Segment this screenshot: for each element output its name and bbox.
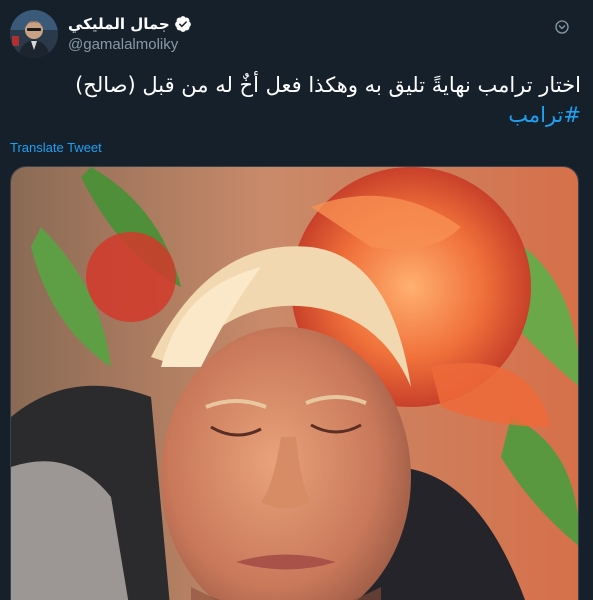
chevron-down-icon[interactable]: [547, 12, 577, 42]
tweet-header: جمال المليكي @gamalalmoliky: [10, 10, 583, 58]
tweet-card: جمال المليكي @gamalalmoliky اختار ترامب …: [0, 0, 593, 600]
tweet-media-image[interactable]: [10, 166, 579, 600]
display-name[interactable]: جمال المليكي: [68, 15, 170, 33]
tweet-text: اختار ترامب نهايةً تليق به وهكذا فعل أخٌ…: [10, 70, 581, 130]
hashtag-link[interactable]: #ترامب: [508, 103, 581, 127]
verified-badge-icon: [174, 15, 192, 33]
display-name-row: جمال المليكي: [68, 14, 192, 34]
avatar[interactable]: [10, 10, 58, 58]
translate-tweet-link[interactable]: Translate Tweet: [10, 140, 102, 155]
user-handle[interactable]: @gamalalmoliky: [68, 36, 192, 53]
tweet-text-line: اختار ترامب نهايةً تليق به وهكذا فعل أخٌ…: [75, 73, 581, 97]
author-block: جمال المليكي @gamalalmoliky: [68, 14, 192, 53]
